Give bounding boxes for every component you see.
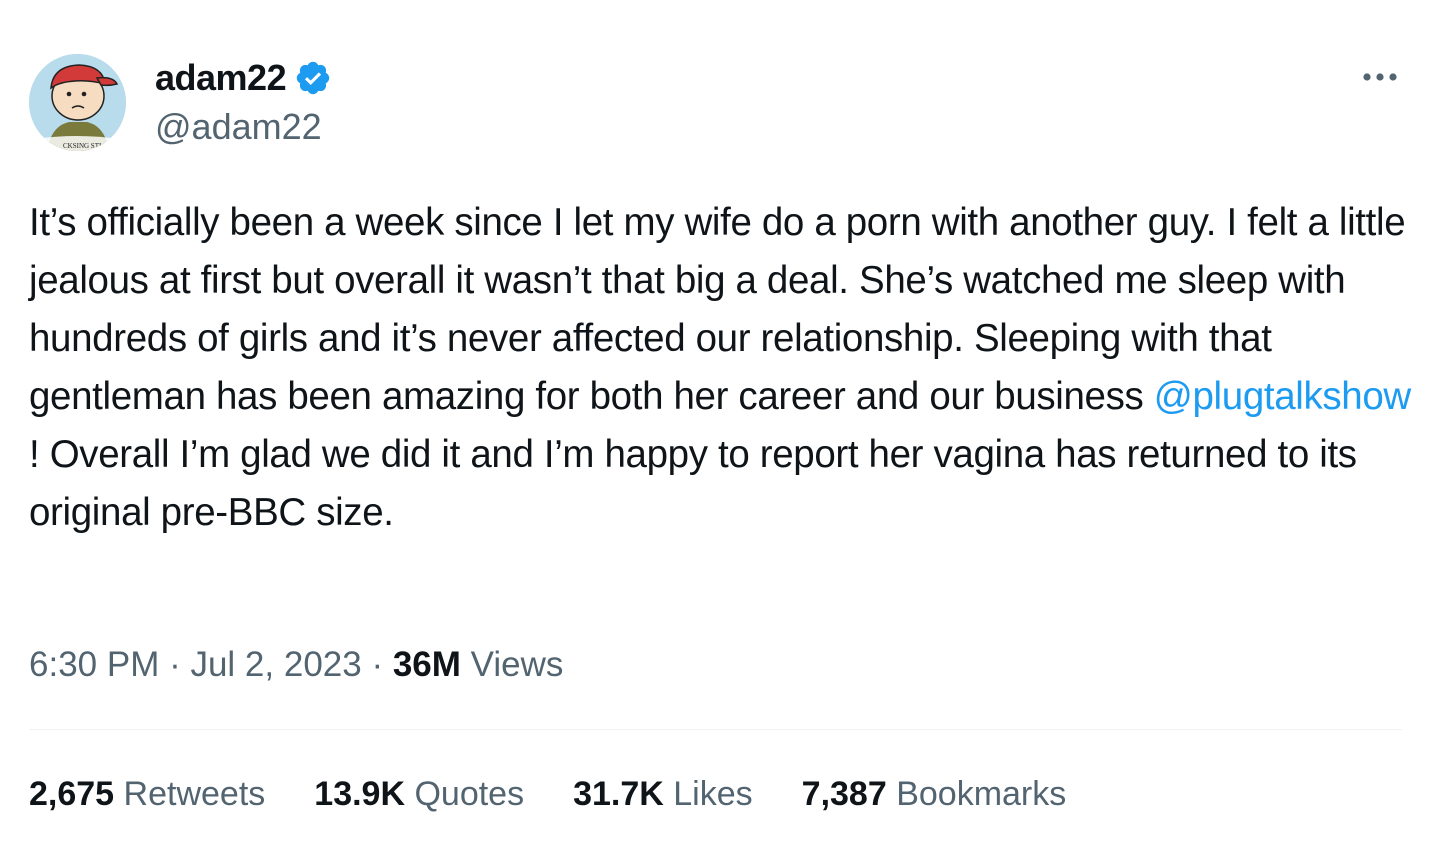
engagement-stats: 2,675 Retweets 13.9K Quotes 31.7K Likes …	[29, 770, 1115, 818]
more-options-icon[interactable]	[1358, 62, 1402, 92]
likes-label: Likes	[663, 775, 753, 813]
author-avatar[interactable]: CKSING STI	[29, 54, 126, 151]
bookmarks-stat[interactable]: 7,387 Bookmarks	[802, 770, 1067, 818]
author-handle[interactable]: @adam22	[155, 106, 322, 148]
tweet-meta: 6:30 PM · Jul 2, 2023 · 36M Views	[29, 640, 563, 690]
tweet-card: CKSING STI adam22 @adam22 It’s officiall…	[0, 0, 1440, 851]
retweets-label: Retweets	[114, 775, 266, 813]
views-count: 36M	[392, 645, 461, 684]
likes-stat[interactable]: 31.7K Likes	[573, 770, 753, 818]
quotes-label: Quotes	[405, 775, 525, 813]
mention-link[interactable]: @plugtalkshow	[1154, 375, 1411, 418]
tweet-date[interactable]: Jul 2, 2023	[190, 645, 361, 684]
bookmarks-label: Bookmarks	[886, 775, 1067, 813]
author-name-row: adam22	[155, 56, 332, 100]
cartoon-avatar-icon: CKSING STI	[29, 54, 126, 151]
bookmarks-count: 7,387	[801, 775, 887, 813]
verified-badge-icon[interactable]	[294, 59, 332, 97]
views-label: Views	[460, 645, 564, 684]
svg-text:CKSING STI: CKSING STI	[63, 142, 102, 150]
divider	[29, 729, 1402, 730]
tweet-text: It’s officially been a week since I let …	[29, 194, 1419, 542]
likes-count: 31.7K	[573, 775, 664, 813]
retweets-stat[interactable]: 2,675 Retweets	[29, 770, 265, 818]
meta-separator: ·	[159, 645, 191, 684]
author-display-name[interactable]: adam22	[155, 57, 287, 99]
meta-separator: ·	[361, 645, 393, 684]
quotes-stat[interactable]: 13.9K Quotes	[314, 770, 524, 818]
quotes-count: 13.9K	[314, 775, 406, 813]
tweet-time[interactable]: 6:30 PM	[29, 645, 159, 684]
retweets-count: 2,675	[29, 775, 115, 813]
